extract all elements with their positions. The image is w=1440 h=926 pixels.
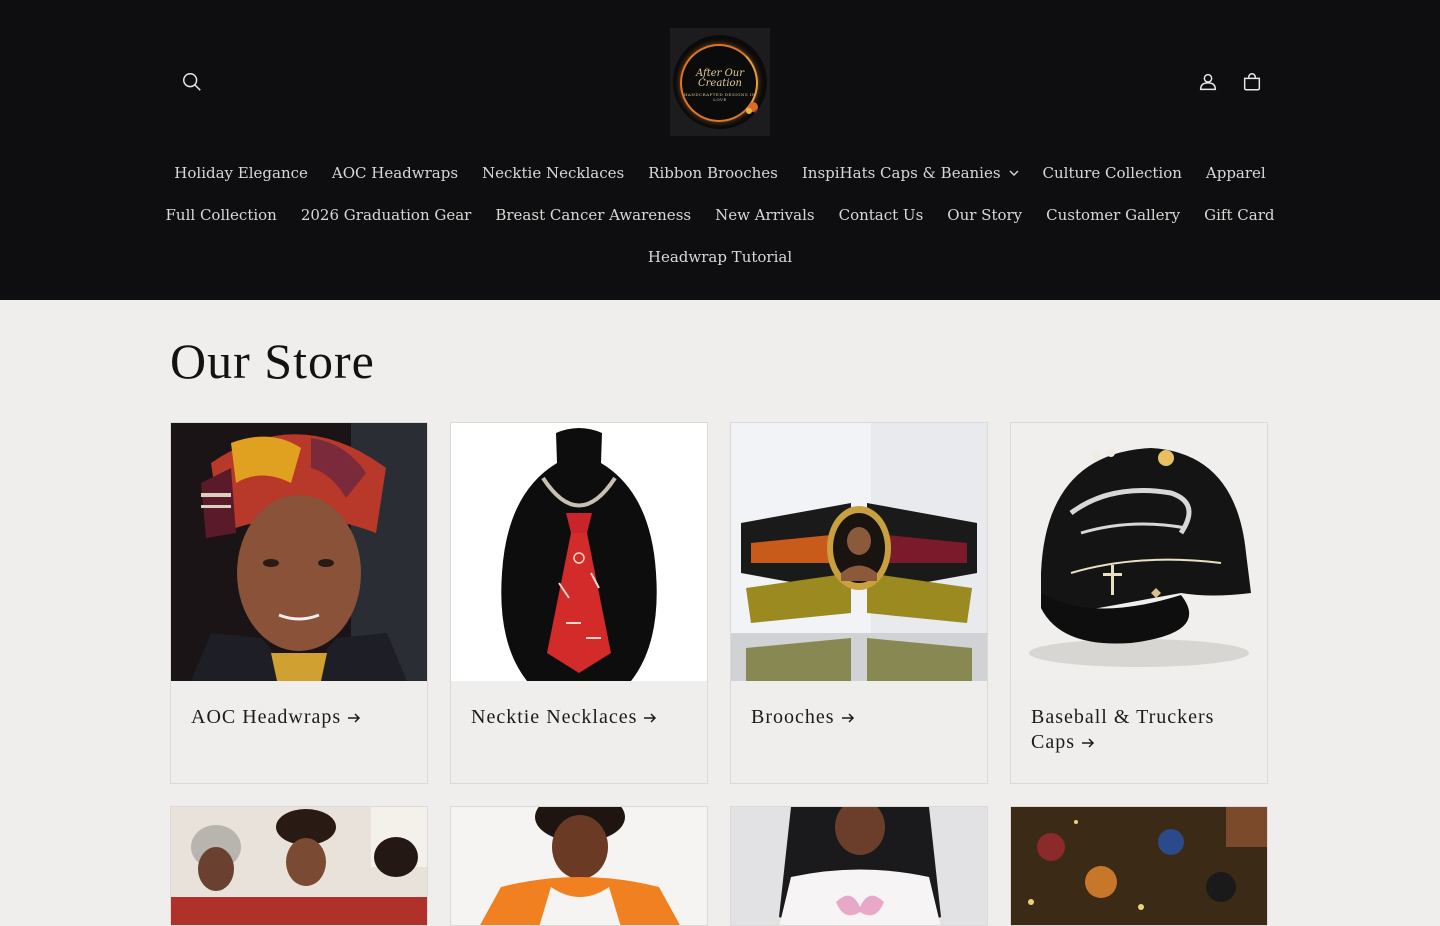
search-icon: [183, 73, 201, 91]
collection-image-brooch: [731, 423, 987, 681]
collection-card-brooches[interactable]: Brooches: [730, 422, 988, 784]
main-nav-row-2: Full Collection 2026 Graduation Gear Bre…: [0, 206, 1440, 224]
collection-title: Baseball & Truckers Caps: [1031, 705, 1251, 755]
nav-headwrap-tutorial[interactable]: Headwrap Tutorial: [636, 248, 804, 266]
collection-image-cap: [1011, 423, 1267, 681]
site-logo[interactable]: After Our Creation HANDCRAFTED DESIGNS I…: [670, 28, 770, 136]
collection-title: Brooches: [751, 705, 971, 730]
account-button[interactable]: [1188, 62, 1228, 102]
collection-image-headwraps: [171, 423, 427, 681]
account-icon: [1199, 73, 1217, 91]
nav-new-arrivals[interactable]: New Arrivals: [703, 206, 827, 224]
nav-our-story[interactable]: Our Story: [935, 206, 1034, 224]
collection-image-apparel: [451, 807, 707, 925]
page-title: Our Store: [170, 333, 375, 389]
chevron-down-icon: [1009, 170, 1019, 176]
cart-button[interactable]: [1232, 62, 1272, 102]
collection-title-text: Brooches: [751, 706, 835, 728]
collection-image-awareness: [731, 807, 987, 925]
nav-full-collection[interactable]: Full Collection: [154, 206, 289, 224]
collection-card-row2-2[interactable]: [450, 806, 708, 926]
collection-card-caps[interactable]: Baseball & Truckers Caps: [1010, 422, 1268, 784]
collection-title: AOC Headwraps: [191, 705, 411, 730]
nav-aoc-headwraps[interactable]: AOC Headwraps: [320, 164, 470, 182]
collection-title-text: Baseball & Truckers Caps: [1031, 706, 1215, 753]
main-nav-row-3: Headwrap Tutorial: [0, 248, 1440, 266]
search-button[interactable]: [172, 62, 212, 102]
collection-card-row2-3[interactable]: [730, 806, 988, 926]
collection-image-family: [171, 807, 427, 925]
collection-image-necktie: [451, 423, 707, 681]
collection-card-aoc-headwraps[interactable]: AOC Headwraps: [170, 422, 428, 784]
main-nav-row-1: Holiday Elegance AOC Headwraps Necktie N…: [0, 164, 1440, 182]
nav-inspihats-label: InspiHats Caps & Beanies: [801, 164, 1001, 182]
nav-culture-collection[interactable]: Culture Collection: [1031, 164, 1194, 182]
nav-inspihats-dropdown[interactable]: InspiHats Caps & Beanies: [790, 164, 1031, 182]
nav-holiday-elegance[interactable]: Holiday Elegance: [162, 164, 320, 182]
arrow-right-icon: [348, 713, 361, 723]
nav-necktie-necklaces[interactable]: Necktie Necklaces: [470, 164, 636, 182]
cart-icon: [1243, 73, 1261, 91]
nav-apparel[interactable]: Apparel: [1194, 164, 1278, 182]
logo-text: After Our Creation: [695, 68, 745, 89]
collection-title-text: Necktie Necklaces: [471, 706, 638, 728]
collection-title: Necktie Necklaces: [471, 705, 691, 730]
nav-gift-card[interactable]: Gift Card: [1192, 206, 1286, 224]
collection-image-holiday: [1011, 807, 1267, 925]
arrow-right-icon: [841, 713, 854, 723]
collection-card-necktie-necklaces[interactable]: Necktie Necklaces: [450, 422, 708, 784]
collection-card-row2-1[interactable]: [170, 806, 428, 926]
arrow-right-icon: [1082, 738, 1095, 748]
site-header: After Our Creation HANDCRAFTED DESIGNS I…: [0, 0, 1440, 300]
collection-card-row2-4[interactable]: [1010, 806, 1268, 926]
nav-ribbon-brooches[interactable]: Ribbon Brooches: [636, 164, 790, 182]
main-content: Our Store AOC Headwraps Necktie Necklace…: [0, 300, 1440, 926]
logo-emblem: After Our Creation HANDCRAFTED DESIGNS I…: [673, 35, 767, 129]
nav-breast-cancer-awareness[interactable]: Breast Cancer Awareness: [483, 206, 703, 224]
nav-contact-us[interactable]: Contact Us: [827, 206, 936, 224]
flower-icon: [746, 102, 760, 115]
arrow-right-icon: [644, 713, 657, 723]
collection-title-text: AOC Headwraps: [191, 706, 342, 728]
nav-customer-gallery[interactable]: Customer Gallery: [1034, 206, 1192, 224]
nav-graduation-gear[interactable]: 2026 Graduation Gear: [289, 206, 484, 224]
